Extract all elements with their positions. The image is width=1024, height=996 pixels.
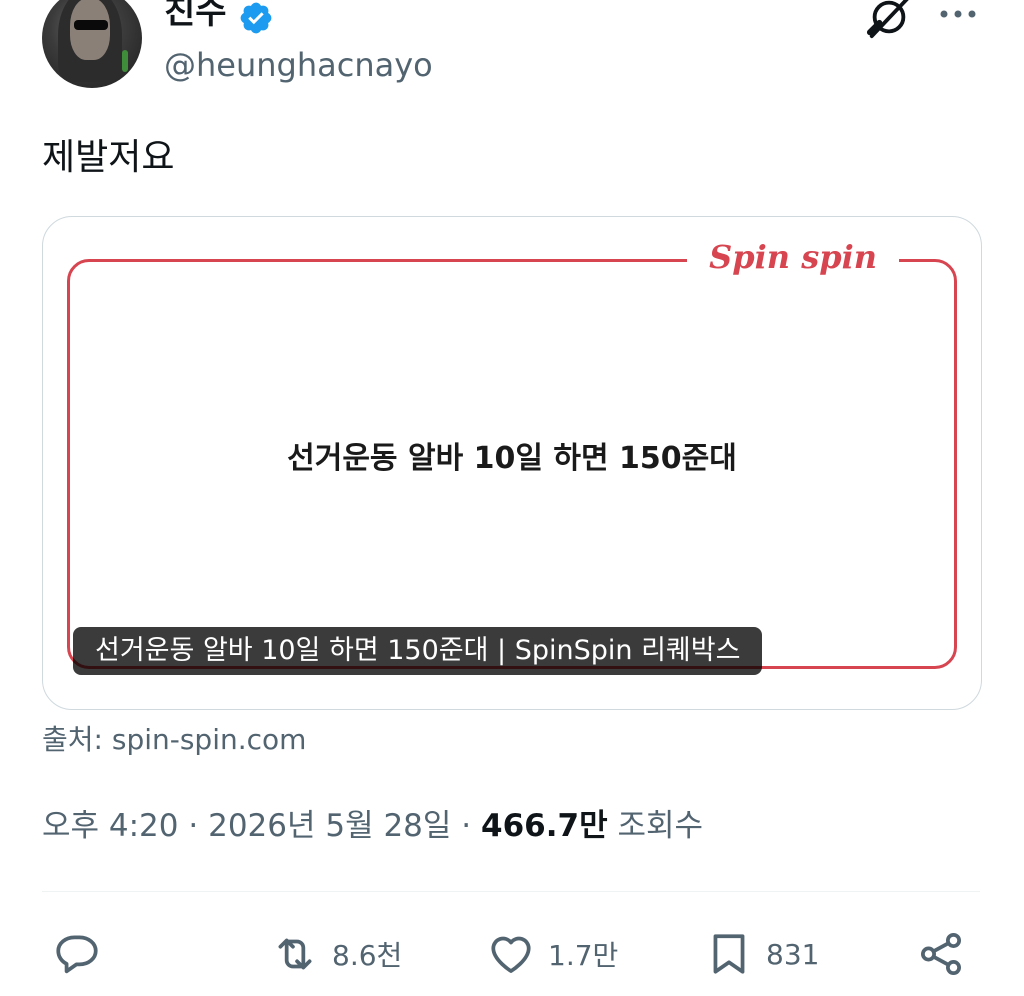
avatar-bottle bbox=[122, 50, 128, 72]
retweet-button[interactable]: 8.6천 bbox=[270, 928, 402, 980]
meta-separator: · bbox=[461, 808, 472, 844]
tweet-detail: 친수 @heunghacnayo 제발저요 Spin spin 선거운동 알바 … bbox=[0, 0, 1024, 996]
share-button[interactable] bbox=[916, 928, 978, 980]
divider bbox=[42, 891, 980, 892]
retweet-count: 8.6천 bbox=[332, 939, 403, 972]
user-handle[interactable]: @heunghacnayo bbox=[164, 44, 433, 86]
retweet-icon bbox=[278, 938, 312, 970]
card-headline: 선거운동 알바 10일 하면 150준대 bbox=[287, 441, 737, 476]
share-icon bbox=[920, 932, 962, 976]
avatar[interactable] bbox=[42, 0, 142, 88]
reply-button[interactable] bbox=[52, 928, 114, 980]
bookmark-icon bbox=[713, 934, 745, 974]
like-button[interactable]: 1.7만 bbox=[486, 928, 618, 980]
avatar-sunglasses bbox=[74, 20, 108, 30]
verified-badge-icon bbox=[240, 2, 272, 34]
avatar-face bbox=[70, 0, 110, 60]
grok-icon[interactable] bbox=[866, 0, 912, 40]
reply-icon bbox=[56, 935, 98, 974]
spinspin-logo: Spin spin bbox=[687, 237, 899, 277]
heart-icon bbox=[491, 936, 531, 973]
link-card[interactable]: Spin spin 선거운동 알바 10일 하면 150준대 선거운동 알바 1… bbox=[42, 216, 982, 710]
meta-separator: · bbox=[188, 808, 199, 844]
bookmark-button[interactable]: 831 bbox=[704, 928, 819, 980]
tweet-text: 제발저요 bbox=[42, 137, 175, 178]
like-count: 1.7만 bbox=[548, 939, 619, 972]
card-caption: 선거운동 알바 10일 하면 150준대 | SpinSpin 리퀘박스 bbox=[73, 627, 763, 675]
card-source[interactable]: 출처: spin-spin.com bbox=[42, 720, 306, 760]
views-count: 466.7만 bbox=[481, 808, 608, 844]
post-time[interactable]: 오후 4:20 bbox=[42, 808, 179, 844]
bookmark-count: 831 bbox=[766, 937, 820, 971]
display-name[interactable]: 친수 bbox=[164, 0, 227, 34]
views-label: 조회수 bbox=[617, 808, 704, 844]
more-icon[interactable] bbox=[938, 2, 978, 26]
post-date[interactable]: 2026년 5월 28일 bbox=[208, 808, 451, 844]
tweet-meta: 오후 4:20 · 2026년 5월 28일 · 466.7만 조회수 bbox=[42, 804, 703, 848]
